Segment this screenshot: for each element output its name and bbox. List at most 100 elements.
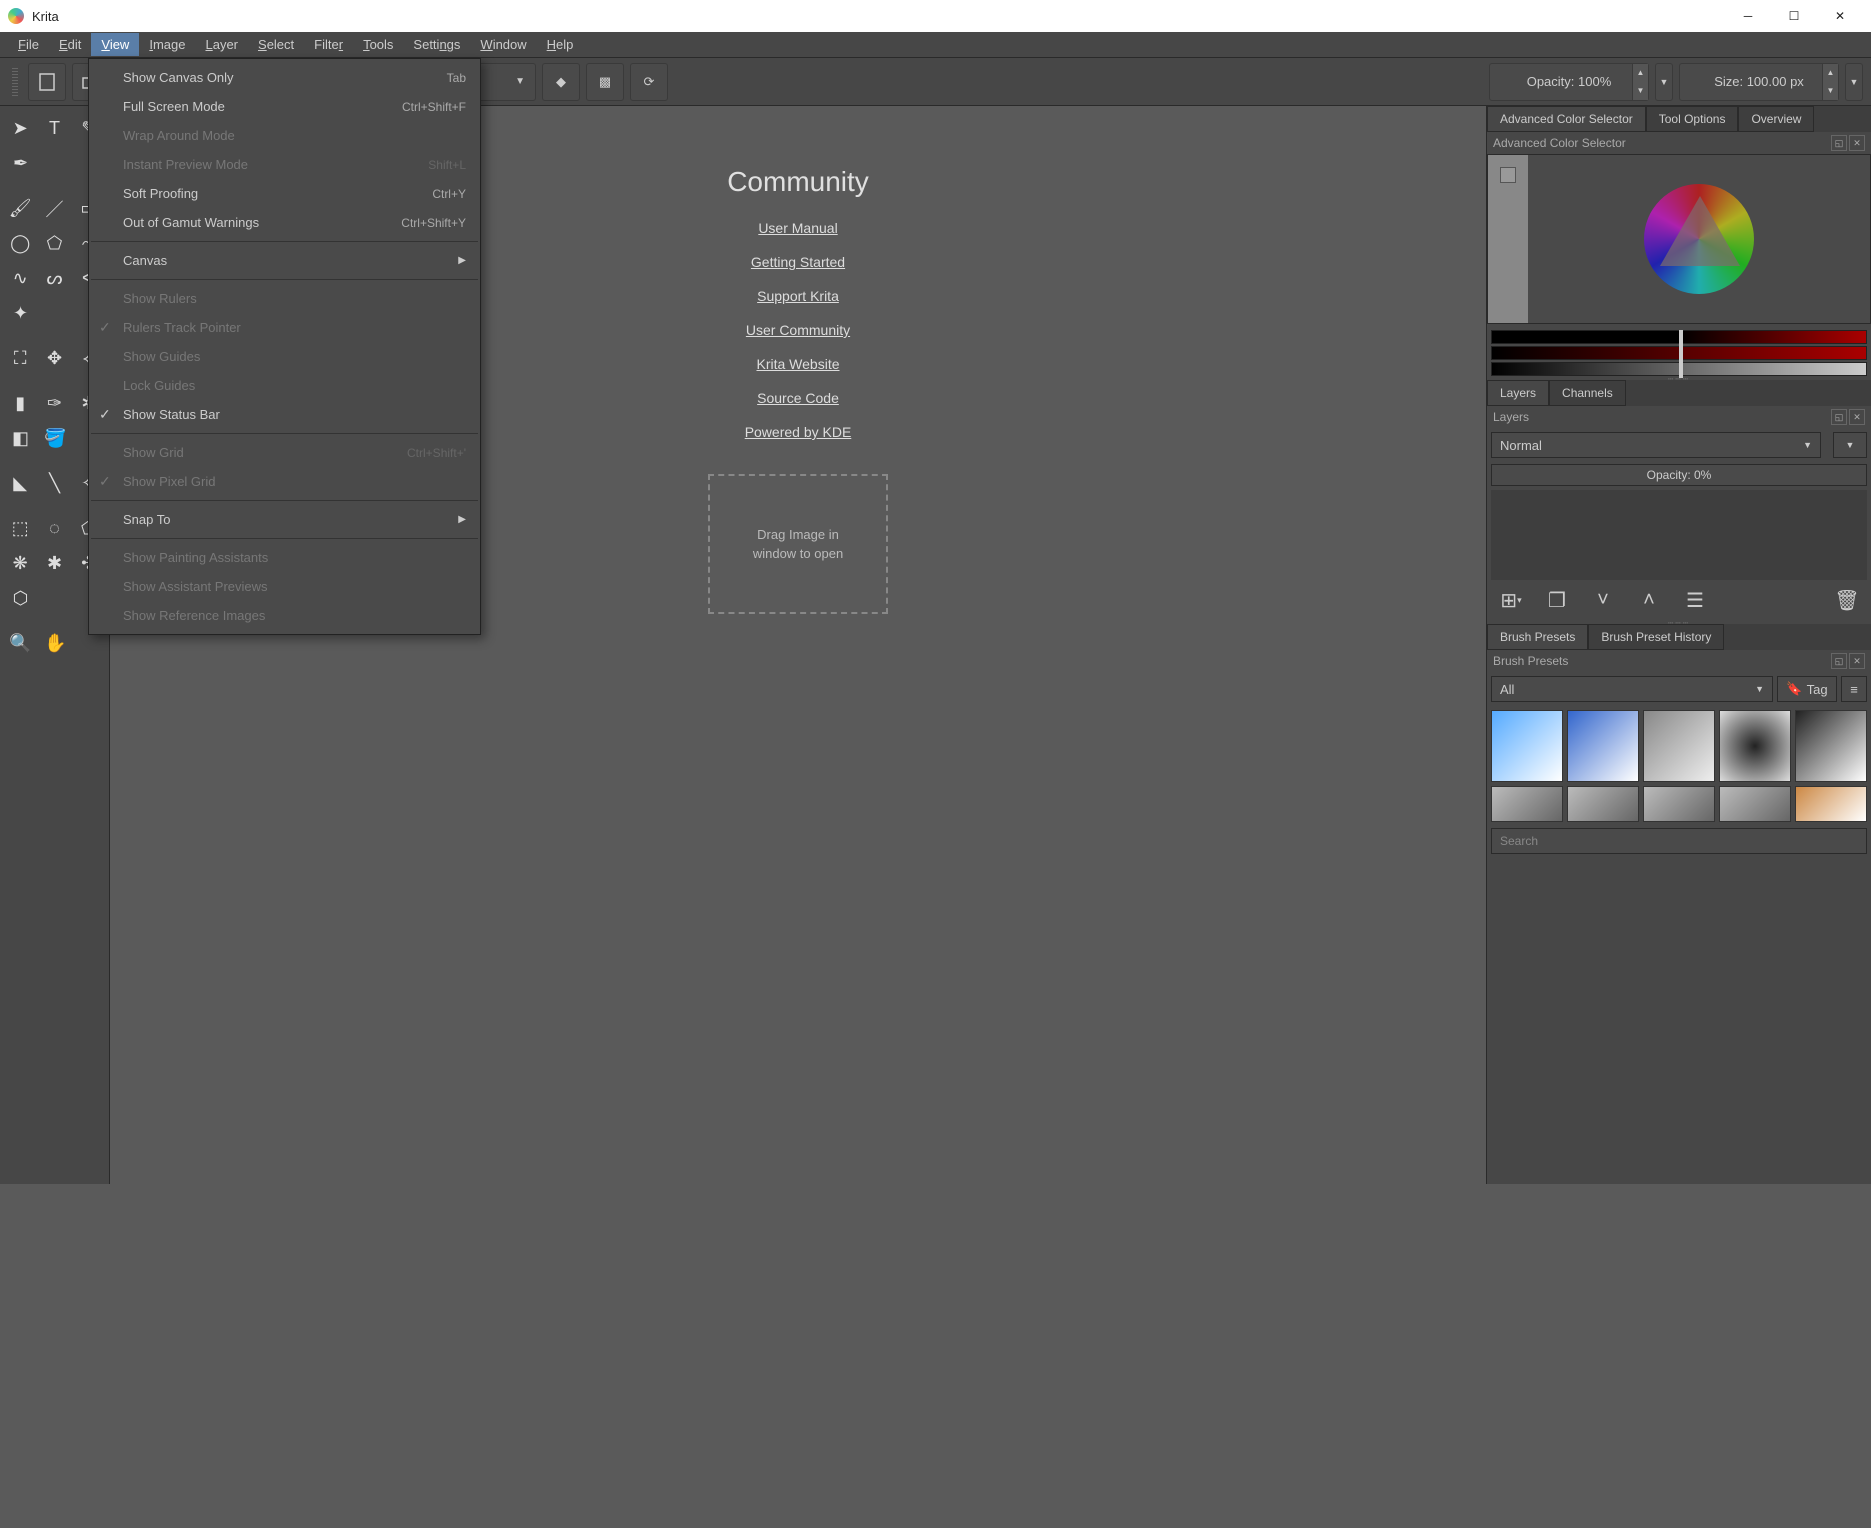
menu-file[interactable]: File — [8, 33, 49, 56]
add-layer-button[interactable]: ⊞▾ — [1497, 586, 1525, 614]
opacity-spinbox[interactable]: Opacity: 100%▲▼ — [1489, 63, 1649, 101]
tab-advanced-color-selector[interactable]: Advanced Color Selector — [1487, 106, 1646, 132]
brush-preset-item[interactable] — [1643, 710, 1715, 782]
layer-up-button[interactable]: ˄ — [1635, 586, 1663, 614]
tool-calligraphy[interactable]: ✒ — [4, 147, 37, 180]
menu-image[interactable]: Image — [139, 33, 195, 56]
panel-float-button[interactable]: ◱ — [1831, 135, 1847, 151]
tool-bezier[interactable]: ∿ — [4, 262, 36, 295]
view-menu-item[interactable]: Soft ProofingCtrl+Y — [89, 179, 480, 208]
tool-brush[interactable]: 🖌 — [4, 192, 36, 225]
tool-transform[interactable]: ⛶ — [4, 342, 36, 375]
brush-preset-item[interactable] — [1795, 710, 1867, 782]
new-document-button[interactable] — [28, 63, 66, 101]
delete-layer-button[interactable]: 🗑 — [1833, 586, 1861, 614]
brush-tag-filter-combo[interactable]: All▼ — [1491, 676, 1773, 702]
tool-select-contiguous[interactable]: ✱ — [38, 547, 70, 580]
tab-channels[interactable]: Channels — [1549, 380, 1626, 406]
layer-down-button[interactable]: ˅ — [1589, 586, 1617, 614]
spin-down-icon[interactable]: ▼ — [1822, 82, 1838, 100]
tool-polygon[interactable]: ⬠ — [38, 227, 70, 260]
panel-float-button[interactable]: ◱ — [1831, 653, 1847, 669]
tool-select-free[interactable]: ❋ — [4, 547, 36, 580]
layer-properties-button[interactable]: ☰ — [1681, 586, 1709, 614]
alpha-lock-button[interactable]: ▩ — [586, 63, 624, 101]
tab-tool-options[interactable]: Tool Options — [1646, 106, 1739, 132]
layer-list[interactable] — [1491, 490, 1867, 580]
tool-multibrush[interactable]: ✦ — [4, 297, 37, 330]
panel-close-button[interactable]: ✕ — [1849, 135, 1865, 151]
window-minimize-button[interactable]: ─ — [1725, 0, 1771, 32]
panel-close-button[interactable]: ✕ — [1849, 409, 1865, 425]
size-more-button[interactable]: ▼ — [1845, 63, 1863, 101]
color-slider-2[interactable] — [1491, 346, 1867, 360]
link-user-manual[interactable]: User Manual — [708, 220, 888, 236]
link-user-community[interactable]: User Community — [708, 322, 888, 338]
tool-pan[interactable]: ✋ — [39, 627, 72, 660]
spin-down-icon[interactable]: ▼ — [1632, 82, 1648, 100]
toolbar-grip-icon[interactable] — [12, 68, 18, 96]
advanced-color-selector[interactable] — [1487, 154, 1871, 324]
tool-color-picker[interactable]: ✑ — [38, 387, 70, 420]
spin-up-icon[interactable]: ▲ — [1822, 64, 1838, 82]
tool-fill[interactable]: 🪣 — [39, 422, 72, 455]
brush-search-input[interactable]: Search — [1491, 828, 1867, 854]
layer-blend-combo[interactable]: Normal▼ — [1491, 432, 1821, 458]
spin-up-icon[interactable]: ▲ — [1632, 64, 1648, 82]
brush-view-mode-button[interactable]: ≡ — [1841, 676, 1867, 702]
duplicate-layer-button[interactable]: ❐ — [1543, 586, 1571, 614]
tab-layers[interactable]: Layers — [1487, 380, 1549, 406]
reload-preset-button[interactable]: ⟳ — [630, 63, 668, 101]
drop-image-zone[interactable]: Drag Image in window to open — [708, 474, 888, 614]
link-source-code[interactable]: Source Code — [708, 390, 888, 406]
tool-zoom[interactable]: 🔍 — [4, 627, 37, 660]
link-getting-started[interactable]: Getting Started — [708, 254, 888, 270]
tool-measure[interactable]: ╲ — [38, 467, 70, 500]
tool-line[interactable]: ／ — [38, 192, 70, 225]
link-krita-website[interactable]: Krita Website — [708, 356, 888, 372]
tool-move[interactable]: ✥ — [38, 342, 70, 375]
tool-text[interactable]: T — [38, 112, 70, 145]
brush-size-spinbox[interactable]: Size: 100.00 px▲▼ — [1679, 63, 1839, 101]
color-slider-3[interactable] — [1491, 362, 1867, 376]
link-support-krita[interactable]: Support Krita — [708, 288, 888, 304]
color-history-column[interactable] — [1488, 155, 1528, 323]
menu-settings[interactable]: Settings — [403, 33, 470, 56]
tool-select-rect[interactable]: ⬚ — [4, 512, 36, 545]
menu-window[interactable]: Window — [470, 33, 536, 56]
brush-tag-button[interactable]: 🔖Tag — [1777, 676, 1837, 702]
panel-close-button[interactable]: ✕ — [1849, 653, 1865, 669]
tool-assistant[interactable]: ◣ — [4, 467, 36, 500]
brush-preset-item[interactable] — [1491, 786, 1563, 822]
brush-preset-item[interactable] — [1567, 710, 1639, 782]
color-settings-icon[interactable] — [1500, 167, 1516, 183]
view-menu-item[interactable]: Canvas▶ — [89, 246, 480, 275]
menu-filter[interactable]: Filter — [304, 33, 353, 56]
tool-select-bezier[interactable]: ⬡ — [4, 582, 37, 615]
brush-preset-item[interactable] — [1567, 786, 1639, 822]
menu-edit[interactable]: Edit — [49, 33, 91, 56]
tool-gradient-fill[interactable]: ▮ — [4, 387, 36, 420]
color-wheel[interactable] — [1528, 155, 1870, 323]
view-menu-item[interactable]: Show Canvas OnlyTab — [89, 63, 480, 92]
menu-help[interactable]: Help — [537, 33, 584, 56]
window-maximize-button[interactable]: ☐ — [1771, 0, 1817, 32]
panel-float-button[interactable]: ◱ — [1831, 409, 1847, 425]
tab-brush-presets[interactable]: Brush Presets — [1487, 624, 1588, 650]
color-slider-1[interactable] — [1491, 330, 1867, 344]
brush-preset-item[interactable] — [1719, 786, 1791, 822]
link-powered-by-kde[interactable]: Powered by KDE — [708, 424, 888, 440]
opacity-more-button[interactable]: ▼ — [1655, 63, 1673, 101]
brush-preset-item[interactable] — [1795, 786, 1867, 822]
view-menu-item[interactable]: Out of Gamut WarningsCtrl+Shift+Y — [89, 208, 480, 237]
layer-filter-combo[interactable]: ▼ — [1833, 432, 1867, 458]
tab-overview[interactable]: Overview — [1738, 106, 1814, 132]
menu-layer[interactable]: Layer — [195, 33, 248, 56]
view-menu-item[interactable]: ✓Show Status Bar — [89, 400, 480, 429]
tool-pointer[interactable]: ➤ — [4, 112, 36, 145]
view-menu-item[interactable]: Full Screen ModeCtrl+Shift+F — [89, 92, 480, 121]
menu-view[interactable]: View — [91, 33, 139, 56]
brush-preset-item[interactable] — [1719, 710, 1791, 782]
brush-preset-item[interactable] — [1491, 710, 1563, 782]
canvas-scroll-area[interactable] — [0, 1184, 1871, 1528]
